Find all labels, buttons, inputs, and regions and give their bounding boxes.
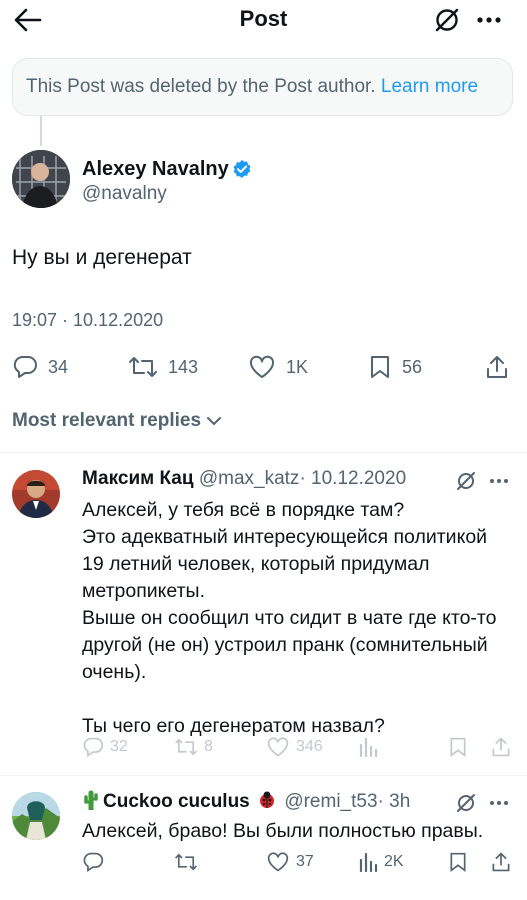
bookmark-icon bbox=[450, 852, 466, 872]
verified-badge-icon bbox=[232, 159, 252, 179]
replies-sort-dropdown[interactable]: Most relevant replies bbox=[12, 410, 223, 432]
reply-like-button[interactable]: 37 bbox=[266, 851, 314, 873]
reply-reply-button[interactable] bbox=[82, 851, 110, 873]
reply-bookmark-button[interactable] bbox=[448, 736, 468, 758]
cactus-icon bbox=[82, 790, 100, 810]
reply-repost-count: 8 bbox=[204, 738, 213, 755]
like-button[interactable]: 1K bbox=[248, 353, 308, 381]
top-bar: Post bbox=[0, 0, 527, 44]
thread-line bbox=[40, 116, 42, 146]
repost-count: 143 bbox=[168, 356, 199, 377]
reply-views-count: 2K bbox=[384, 853, 404, 870]
bookmark-button[interactable]: 56 bbox=[368, 353, 422, 381]
more-dots-icon[interactable] bbox=[488, 792, 510, 814]
reply-repost-button[interactable]: 8 bbox=[174, 736, 213, 758]
share-icon bbox=[492, 737, 510, 757]
reply-header: Максим Кац @max_katz· 10.12.2020 bbox=[82, 468, 406, 490]
heart-icon bbox=[249, 355, 275, 378]
reply-author-name[interactable]: Максим Кац bbox=[82, 468, 194, 489]
slash-circle-icon[interactable] bbox=[455, 792, 477, 814]
author-avatar[interactable] bbox=[12, 150, 70, 208]
share-button[interactable] bbox=[484, 353, 510, 381]
post-text: Ну вы и дегенерат bbox=[12, 246, 192, 269]
slash-circle-icon[interactable] bbox=[432, 6, 462, 34]
author-name[interactable]: Alexey Navalny bbox=[82, 158, 229, 181]
author-handle[interactable]: @navalny bbox=[82, 183, 167, 205]
reply-bookmark-button[interactable] bbox=[448, 851, 468, 873]
notice-text: This Post was deleted by the Post author… bbox=[26, 76, 376, 97]
bookmark-icon bbox=[371, 356, 389, 378]
share-icon bbox=[492, 852, 510, 872]
reply-button[interactable]: 34 bbox=[12, 353, 68, 381]
reply-share-button[interactable] bbox=[490, 851, 512, 873]
reply-like-button[interactable]: 346 bbox=[266, 736, 323, 758]
reply-author-handle[interactable]: @remi_t53 bbox=[284, 791, 377, 812]
reply-reply-count: 32 bbox=[110, 738, 128, 755]
bookmark-count: 56 bbox=[402, 356, 423, 377]
divider bbox=[0, 452, 527, 453]
ladybug-icon bbox=[257, 790, 277, 810]
repost-icon bbox=[129, 357, 157, 377]
reply-date[interactable]: · 3h bbox=[378, 791, 411, 812]
chevron-down-icon bbox=[207, 417, 222, 426]
deleted-post-notice: This Post was deleted by the Post author… bbox=[12, 58, 513, 116]
reply-actions: 32 8 346 bbox=[82, 736, 512, 762]
heart-icon bbox=[267, 737, 289, 757]
reply-avatar[interactable] bbox=[12, 792, 60, 840]
share-icon bbox=[487, 356, 507, 378]
reply-text: Алексей, браво! Вы были полностью правы. bbox=[82, 820, 484, 842]
reply-repost-button[interactable] bbox=[174, 851, 204, 873]
repost-icon bbox=[175, 853, 197, 871]
reply-like-count: 346 bbox=[296, 738, 323, 755]
repost-icon bbox=[175, 738, 197, 756]
reply-avatar[interactable] bbox=[12, 470, 60, 518]
reply-reply-button[interactable]: 32 bbox=[82, 736, 128, 758]
heart-icon bbox=[267, 852, 289, 872]
post-timestamp[interactable]: 19:07 · 10.12.2020 bbox=[12, 310, 163, 331]
views-chart-icon bbox=[359, 852, 378, 873]
reply-count: 34 bbox=[48, 356, 69, 377]
repost-button[interactable]: 143 bbox=[128, 353, 198, 381]
more-dots-icon[interactable] bbox=[474, 6, 504, 34]
reply-views-button[interactable] bbox=[358, 736, 378, 758]
reply-icon bbox=[83, 737, 104, 758]
views-chart-icon bbox=[359, 737, 378, 758]
replies-sort-label: Most relevant replies bbox=[12, 410, 202, 431]
reply-like-count: 37 bbox=[296, 853, 314, 870]
reply-views-button[interactable]: 2K bbox=[358, 851, 404, 873]
reply-icon bbox=[83, 852, 104, 873]
reply-author-name[interactable]: Cuckoo cuculus bbox=[103, 791, 250, 812]
reply-text: Алексей, у тебя всё в порядке там? Это а… bbox=[82, 499, 497, 737]
more-dots-icon[interactable] bbox=[488, 470, 510, 492]
reply-share-button[interactable] bbox=[490, 736, 512, 758]
reply-actions: 37 2K bbox=[82, 851, 512, 877]
reply-header: Cuckoo cuculus @remi_t53· 3h bbox=[82, 790, 410, 813]
like-count: 1K bbox=[286, 356, 309, 377]
reply-author-handle[interactable]: @max_katz bbox=[199, 468, 300, 489]
learn-more-link[interactable]: Learn more bbox=[381, 76, 478, 97]
reply-date[interactable]: · 10.12.2020 bbox=[299, 468, 406, 489]
reply-icon bbox=[13, 356, 37, 378]
bookmark-icon bbox=[450, 737, 466, 757]
slash-circle-icon[interactable] bbox=[455, 470, 477, 492]
divider bbox=[0, 775, 527, 776]
